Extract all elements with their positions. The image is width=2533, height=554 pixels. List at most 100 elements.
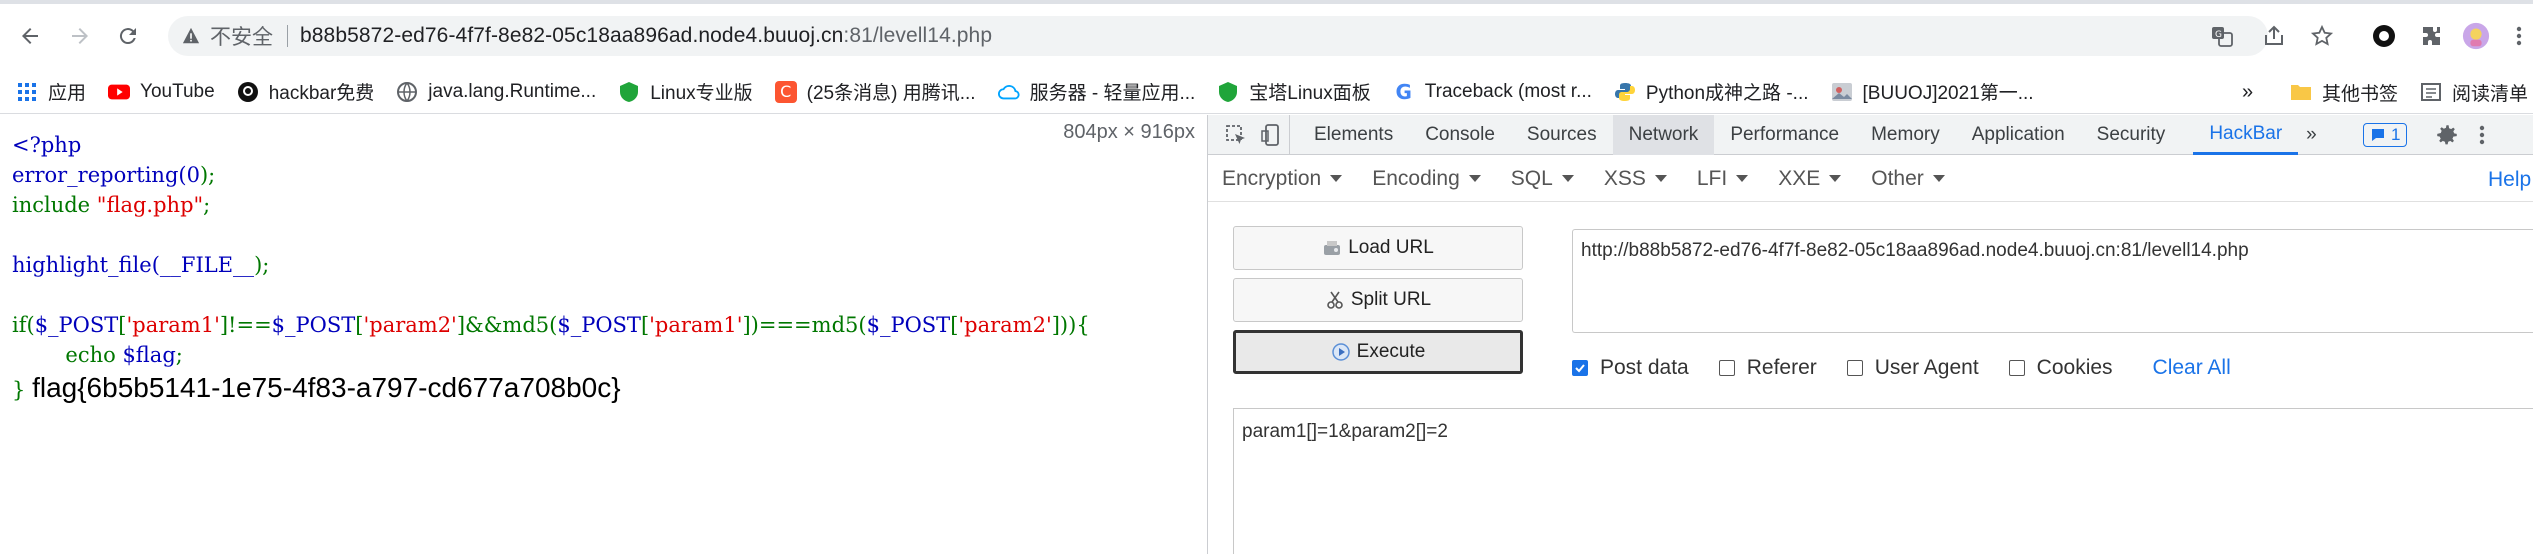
help-link[interactable]: Help [2488, 168, 2531, 192]
post-data-textarea[interactable]: param1[]=1&param2[]=2 [1233, 408, 2533, 554]
youtube-icon [108, 84, 131, 99]
clear-all-link[interactable]: Clear All [2153, 356, 2231, 380]
code-line: error_reporting(0); [12, 160, 215, 190]
profile-avatar[interactable] [2462, 22, 2490, 50]
issues-count: 1 [2391, 125, 2401, 144]
menu-other[interactable]: Other [1871, 167, 1945, 191]
checkbox-unchecked-icon [1846, 360, 1863, 376]
load-url-button[interactable]: Load URL [1233, 226, 1523, 270]
tab-hackbar[interactable]: HackBar [2193, 115, 2299, 155]
github-icon [237, 81, 258, 102]
device-toolbar-button[interactable] [1254, 114, 1290, 155]
bookmark-label: java.lang.Runtime... [428, 80, 597, 102]
bookmarks-overflow-button[interactable]: » [2242, 70, 2253, 114]
option-label: Referer [1746, 356, 1817, 379]
code-line: highlight_file(__FILE__); [12, 250, 269, 280]
warning-icon [182, 27, 200, 44]
button-label: Load URL [1348, 237, 1434, 258]
loading-bar [0, 0, 2533, 4]
devtools-settings-button[interactable] [2434, 122, 2460, 153]
code-token: if( [12, 313, 35, 337]
share-button[interactable] [2260, 22, 2288, 50]
code-token: error_reporting( [12, 163, 187, 187]
bookmark-java-runtime[interactable]: java.lang.Runtime... [396, 70, 596, 114]
bookmark-other-folder[interactable]: 其他书签 [2290, 70, 2398, 114]
extension-button[interactable] [2370, 22, 2398, 50]
code-token: ); [199, 163, 216, 187]
code-token: include [12, 193, 97, 217]
translate-button[interactable]: G [2208, 22, 2236, 50]
address-bar[interactable]: 不安全 b88b5872-ed76-4f7f-8e82-05c18aa896ad… [168, 16, 2268, 56]
browser-menu-button[interactable] [2505, 22, 2533, 50]
tab-network[interactable]: Network [1612, 114, 1715, 155]
menu-label: Encryption [1222, 166, 1322, 190]
split-url-button[interactable]: Split URL [1233, 278, 1523, 322]
reading-list[interactable]: 阅读清单 [2420, 70, 2528, 114]
scissors-icon [1327, 291, 1343, 309]
checkbox-checked-icon [1572, 360, 1588, 376]
code-token: ])===md5( [742, 313, 867, 337]
reload-button[interactable] [112, 20, 144, 52]
tab-console[interactable]: Console [1409, 115, 1511, 155]
referer-checkbox[interactable]: Referer [1718, 356, 1817, 380]
code-line: echo $flag; [12, 340, 182, 370]
code-token: $_POST [557, 313, 641, 337]
code-token: ])){ [1051, 313, 1090, 337]
option-label: Cookies [2036, 356, 2113, 379]
menu-sql[interactable]: SQL [1511, 167, 1574, 191]
bookmark-apps[interactable]: 应用 [16, 70, 86, 114]
bookmark-linux-pro[interactable]: Linux专业版 [618, 70, 753, 114]
image-icon [1831, 82, 1852, 101]
bookmark-label: 宝塔Linux面板 [1249, 83, 1371, 104]
extensions-menu-button[interactable] [2418, 22, 2446, 50]
avatar-icon [2462, 22, 2490, 50]
button-label: Split URL [1350, 289, 1432, 310]
tab-memory[interactable]: Memory [1855, 115, 1956, 155]
bookmark-csdn[interactable]: C (25条消息) 用腾讯... [774, 70, 976, 114]
user-agent-checkbox[interactable]: User Agent [1846, 356, 1979, 380]
bookmark-python[interactable]: Python成神之路 -... [1614, 70, 1809, 114]
back-button[interactable] [14, 20, 46, 52]
code-token: $_POST [34, 313, 119, 337]
devtools-panel: Elements Console Sources Network Perform… [1207, 114, 2533, 554]
shield-icon [1219, 81, 1238, 102]
bookmark-buuoj[interactable]: [BUUOJ]2021第一... [1831, 70, 2034, 114]
tab-elements[interactable]: Elements [1298, 115, 1409, 155]
inspect-element-button[interactable] [1218, 115, 1254, 155]
url-textarea[interactable]: http://b88b5872-ed76-4f7f-8e82-05c18aa89… [1572, 229, 2533, 333]
bookmark-label: [BUUOJ]2021第一... [1862, 83, 2034, 104]
issues-badge[interactable]: 1 [2363, 123, 2408, 147]
more-tabs-button[interactable]: » [2298, 115, 2325, 155]
tab-application[interactable]: Application [1956, 115, 2081, 155]
code-line: if($_POST['param1']!==$_POST['param2']&&… [12, 310, 1090, 340]
device-mobile-icon [1260, 123, 1279, 146]
bookmark-youtube[interactable]: YouTube [108, 70, 215, 114]
bookmark-traceback[interactable]: G Traceback (most r... [1393, 70, 1592, 114]
bookmark-baota[interactable]: 宝塔Linux面板 [1217, 70, 1371, 114]
not-secure-label[interactable]: 不安全 [210, 21, 273, 51]
tab-security[interactable]: Security [2081, 115, 2182, 155]
bookmark-tencent-cloud[interactable]: 服务器 - 轻量应用... [997, 70, 1195, 114]
menu-lfi[interactable]: LFI [1697, 167, 1749, 191]
url-path: :81/levell14.php [843, 24, 993, 47]
vertical-dots-icon [2479, 125, 2485, 145]
tab-sources[interactable]: Sources [1511, 115, 1613, 155]
apps-grid-icon [18, 82, 36, 101]
tab-performance[interactable]: Performance [1714, 115, 1855, 155]
forward-button[interactable] [64, 20, 96, 52]
bookmark-hackbar[interactable]: hackbar免费 [237, 70, 374, 114]
post-data-checkbox[interactable]: Post data [1572, 356, 1689, 380]
url-text[interactable]: b88b5872-ed76-4f7f-8e82-05c18aa896ad.nod… [300, 24, 992, 48]
menu-encoding[interactable]: Encoding [1372, 167, 1481, 191]
cookies-checkbox[interactable]: Cookies [2008, 356, 2113, 380]
menu-xxe[interactable]: XXE [1778, 167, 1842, 191]
devtools-menu-button[interactable] [2478, 123, 2486, 152]
bookmarks-bar: 应用 YouTube hackbar免费 java.lang.Runtime..… [0, 70, 2533, 114]
menu-xss[interactable]: XSS [1604, 167, 1667, 191]
star-icon [2310, 24, 2334, 46]
bookmark-star-button[interactable] [2308, 22, 2336, 50]
execute-button[interactable]: Execute [1233, 330, 1523, 374]
menu-encryption[interactable]: Encryption [1222, 166, 1343, 191]
load-url-icon [1324, 241, 1341, 255]
menu-label: Encoding [1372, 166, 1460, 190]
